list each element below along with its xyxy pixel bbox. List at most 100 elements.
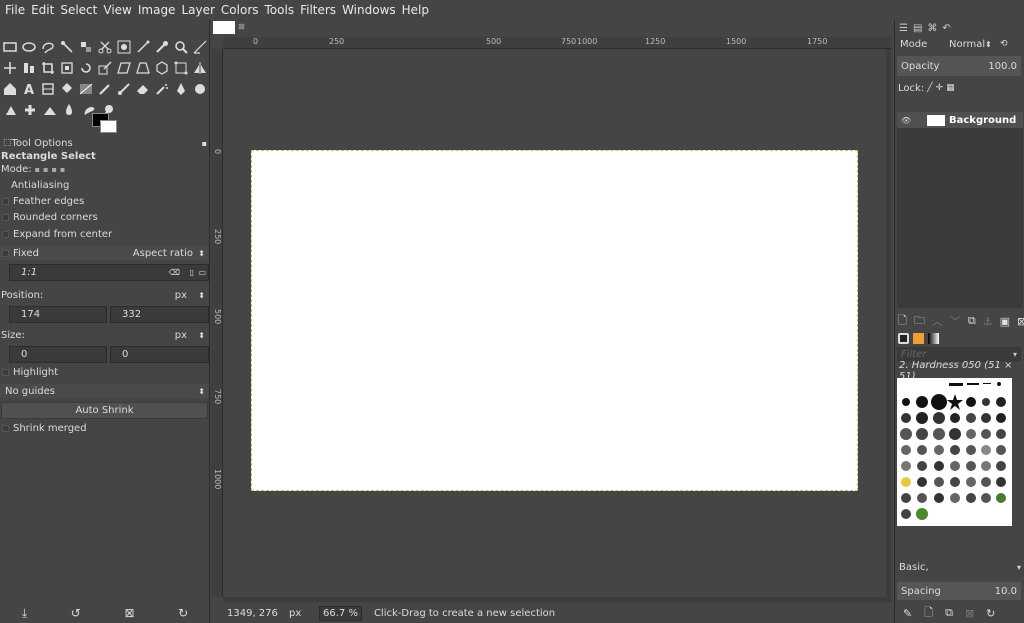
highlight-row[interactable]: Highlight [0,367,209,378]
perspective-clone-icon[interactable] [40,100,59,119]
handle-transform-icon[interactable] [172,58,191,77]
mask-icon[interactable]: ▣ [1000,315,1010,328]
menu-windows[interactable]: Windows [339,3,399,17]
airbrush-icon[interactable] [153,79,172,98]
shrink-merged-checkbox[interactable] [2,425,9,432]
clear-icon[interactable]: ⌫ [169,268,180,277]
brush-grid[interactable] [897,378,1012,526]
lock-pixels-icon[interactable]: ╱ [927,83,932,93]
position-x-field[interactable]: 174 [9,306,107,323]
ratio-field[interactable]: 1:1 ⌫ ▯ ▭ [9,264,209,281]
delete-layer-icon[interactable]: ⊠ [1017,315,1024,328]
guides-dropdown[interactable]: No guides ⬍ [0,384,209,398]
rect-select-icon[interactable] [1,37,20,56]
new-layer-icon[interactable]: 🗋 [898,312,907,331]
free-select-icon[interactable] [39,37,58,56]
gradients-tab-icon[interactable] [928,332,939,344]
horizontal-scrollbar[interactable] [223,597,891,602]
scissors-icon[interactable] [96,37,115,56]
landscape-icon[interactable]: ▭ [198,268,206,277]
perspective-icon[interactable] [134,58,153,77]
fg-bg-colors[interactable] [92,113,118,133]
menu-tools[interactable]: Tools [262,3,298,17]
fuzzy-select-icon[interactable] [58,37,77,56]
menu-edit[interactable]: Edit [28,3,57,17]
zoom-selector[interactable]: 66.7 % [319,606,362,621]
raise-layer-icon[interactable]: ︿ [932,313,943,329]
crop-icon[interactable] [39,58,58,77]
menu-filters[interactable]: Filters [297,3,339,17]
reset-icon[interactable]: ↻ [178,606,188,620]
bucket-fill-icon[interactable] [58,79,77,98]
spacing-slider[interactable]: Spacing 10.0 [897,582,1021,600]
paths-tab-icon[interactable]: ⌘ [927,23,937,34]
flip-icon[interactable] [191,58,210,77]
3d-transform-icon[interactable] [153,58,172,77]
delete-icon[interactable]: ⊠ [124,606,134,620]
size-h-field[interactable]: 0 [110,346,209,363]
menu-image[interactable]: Image [135,3,179,17]
fixed-option-dropdown[interactable]: Aspect ratio [133,248,193,259]
image-tab-thumbnail[interactable] [213,21,235,34]
size-unit[interactable]: px [175,330,187,341]
layers-tab-icon[interactable]: ☰ [899,23,908,34]
paths-icon[interactable] [134,37,153,56]
brush-set-row[interactable]: Basic, ▾ [895,560,1024,574]
color-picker-icon[interactable] [153,37,172,56]
position-unit[interactable]: px [175,290,187,301]
mode-buttons-icon[interactable]: ▪▪▪▪ [35,165,69,174]
pencil-icon[interactable] [96,79,115,98]
duplicate-brush-icon[interactable]: ⧉ [945,606,953,620]
cage-icon[interactable] [1,79,20,98]
ellipse-select-icon[interactable] [20,37,39,56]
heal-icon[interactable] [21,100,40,119]
paintbrush-icon[interactable] [115,79,134,98]
shrink-merged-row[interactable]: Shrink merged [0,423,209,434]
portrait-icon[interactable]: ▯ [190,268,194,277]
new-brush-icon[interactable]: 🗋 [924,604,933,623]
gradient-icon[interactable] [77,79,96,98]
fixed-checkbox[interactable] [2,249,9,257]
measure-icon[interactable] [191,37,210,56]
anchor-icon[interactable]: ⚓ [983,315,993,328]
layer-row[interactable]: 👁 Background [897,112,1023,128]
refresh-brushes-icon[interactable]: ↻ [986,607,995,620]
move-icon[interactable] [1,58,20,77]
brushes-tab-icon[interactable] [898,332,909,344]
patterns-tab-icon[interactable] [913,332,924,344]
scale-icon[interactable] [96,58,115,77]
save-preset-icon[interactable]: ⤓ [22,606,27,621]
vertical-scrollbar[interactable] [886,49,891,597]
lock-alpha-icon[interactable]: ▦ [946,83,955,93]
undo-tab-icon[interactable]: ↶ [942,23,950,34]
restore-icon[interactable]: ↺ [71,606,81,620]
zoom-icon[interactable] [172,37,191,56]
opacity-slider[interactable]: Opacity 100.0 [897,56,1021,76]
channels-tab-icon[interactable]: ▤ [913,23,922,34]
new-group-icon[interactable]: 🗀 [914,312,925,331]
feather-edges-row[interactable]: Feather edges [0,196,209,207]
auto-shrink-button[interactable]: Auto Shrink [1,402,208,419]
eraser-icon[interactable] [134,79,153,98]
color-select-icon[interactable] [77,37,96,56]
mode-switch-icon[interactable]: ⟲ [1000,39,1008,49]
antialiasing-row[interactable]: Antialiasing [0,180,209,191]
menu-select[interactable]: Select [57,3,100,17]
position-y-field[interactable]: 332 [110,306,209,323]
menu-file[interactable]: File [2,3,28,17]
size-w-field[interactable]: 0 [9,346,107,363]
image-canvas[interactable] [251,150,858,491]
tab-close-icon[interactable]: ⊠ [238,22,245,31]
highlight-checkbox[interactable] [2,369,9,376]
unit-selector[interactable]: px [289,608,319,619]
menu-view[interactable]: View [100,3,134,17]
text-icon[interactable]: A [20,79,39,98]
delete-brush-icon[interactable]: ⊠ [965,607,974,620]
foreground-select-icon[interactable] [115,37,134,56]
align-icon[interactable] [20,58,39,77]
rotate-icon[interactable] [77,58,96,77]
shear-icon[interactable] [115,58,134,77]
duplicate-layer-icon[interactable]: ⧉ [968,314,976,328]
edit-brush-icon[interactable]: ✎ [903,607,912,620]
feather-edges-checkbox[interactable] [2,198,9,205]
